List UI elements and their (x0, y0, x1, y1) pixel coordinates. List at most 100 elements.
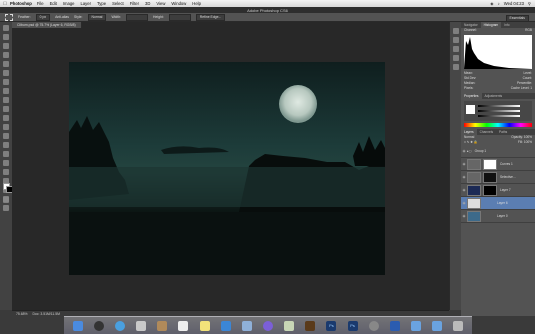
eyedropper-tool-icon[interactable] (3, 70, 9, 76)
history-brush-tool-icon[interactable] (3, 106, 9, 112)
feather-input[interactable]: 0 px (35, 13, 51, 21)
healing-brush-tool-icon[interactable] (3, 79, 9, 85)
photo-icon[interactable] (284, 320, 295, 331)
layer-thumb (467, 184, 481, 196)
menu-help[interactable]: Help (192, 1, 201, 6)
itunes-icon[interactable] (262, 320, 273, 331)
mail-icon[interactable] (136, 320, 147, 331)
slider-2[interactable] (478, 110, 520, 112)
layer-row[interactable]: ◉ Selective... (461, 171, 535, 184)
folder-icon[interactable] (411, 320, 422, 331)
system-preferences-icon[interactable] (368, 320, 379, 331)
menu-edit[interactable]: Edit (50, 1, 57, 6)
marquee-tool-icon[interactable] (5, 13, 13, 21)
dodge-tool-icon[interactable] (3, 142, 9, 148)
blur-tool-icon[interactable] (3, 133, 9, 139)
app-store-icon[interactable] (220, 320, 231, 331)
crop-tool-icon[interactable] (3, 61, 9, 67)
menu-image[interactable]: Image (63, 1, 75, 6)
volume-icon[interactable]: ♪ (498, 1, 500, 6)
height-input[interactable] (168, 13, 191, 21)
bridge-icon[interactable] (305, 320, 316, 331)
document-tab[interactable]: Cliburn.psd @ 75.7% (Layer 6, RGB/8) (12, 22, 82, 28)
tab-paths[interactable]: Paths (496, 129, 510, 135)
finder-icon[interactable] (72, 320, 83, 331)
tab-channels[interactable]: Channels (477, 129, 496, 135)
calendar-icon[interactable] (178, 320, 189, 331)
menu-type[interactable]: Type (97, 1, 106, 6)
slider-3[interactable] (478, 115, 520, 117)
channel-select[interactable]: RGB (525, 28, 532, 33)
move-tool-icon[interactable] (3, 25, 9, 31)
actions-icon[interactable] (453, 37, 459, 43)
photoshop-icon-2[interactable]: Ps (347, 320, 358, 331)
apple-icon[interactable]:  (0, 1, 10, 7)
zoom-level[interactable]: 75.68% (16, 312, 28, 316)
tab-adjustments[interactable]: Adjustments (482, 93, 506, 99)
layer-name: Selective... (500, 175, 516, 179)
menu-layer[interactable]: Layer (80, 1, 90, 6)
menu-window[interactable]: Window (171, 1, 186, 6)
layer-row[interactable]: ◉ Curves 1 (461, 158, 535, 171)
histogram-curve (464, 37, 532, 69)
word-icon[interactable] (389, 320, 400, 331)
lasso-tool-icon[interactable] (3, 43, 9, 49)
clock[interactable]: Wed 04:23 (504, 1, 524, 6)
downloads-icon[interactable] (432, 320, 443, 331)
type-tool-icon[interactable] (3, 160, 9, 166)
menu-filter[interactable]: Filter (130, 1, 139, 6)
eraser-tool-icon[interactable] (3, 115, 9, 121)
adjustment-tabs: Properties Adjustments (461, 93, 535, 99)
wifi-icon[interactable]: ◈ (490, 1, 493, 6)
layer-row[interactable]: ◉ Layer 0 (461, 210, 535, 223)
tab-info[interactable]: Info (501, 22, 512, 28)
quick-mask-icon[interactable] (3, 197, 9, 203)
layer-row[interactable]: ◉ Layer 7 (461, 184, 535, 197)
tab-properties[interactable]: Properties (461, 93, 482, 99)
width-input[interactable] (126, 13, 149, 21)
menu-3d[interactable]: 3D (145, 1, 150, 6)
pen-tool-icon[interactable] (3, 151, 9, 157)
style-select[interactable]: Normal (87, 13, 107, 21)
refine-edge-button[interactable]: Refine Edge... (195, 13, 226, 21)
brush-tool-icon[interactable] (3, 88, 9, 94)
path-select-tool-icon[interactable] (3, 169, 9, 175)
doc-size[interactable]: Doc: 3.51M/11.5M (32, 312, 59, 316)
history-icon[interactable] (453, 28, 459, 34)
dashboard-icon[interactable] (93, 320, 104, 331)
menu-select[interactable]: Select (112, 1, 124, 6)
character-icon[interactable] (453, 46, 459, 52)
fill-input[interactable]: 100% (524, 140, 532, 144)
preview-icon[interactable] (241, 320, 252, 331)
photoshop-icon[interactable]: Ps (326, 320, 337, 331)
menu-file[interactable]: File (37, 1, 44, 6)
app-menu[interactable]: Photoshop (10, 1, 32, 6)
color-spectrum[interactable] (464, 123, 532, 127)
layer-mask-thumb[interactable] (483, 184, 497, 196)
spotlight-icon[interactable]: ⚲ (528, 1, 531, 6)
workspace-select[interactable]: Essentials (505, 15, 529, 22)
menu-view[interactable]: View (156, 1, 165, 6)
adjustment-thumb (467, 158, 481, 170)
brush-preset-icon[interactable] (453, 64, 459, 70)
safari-icon[interactable] (114, 320, 125, 331)
layer-mask-thumb[interactable] (483, 171, 497, 183)
opacity-input[interactable]: 100% (524, 135, 532, 139)
gradient-tool-icon[interactable] (3, 124, 9, 130)
layer-row-selected[interactable]: ◉ Layer 6 (461, 197, 535, 210)
notes-icon[interactable] (199, 320, 210, 331)
clone-stamp-tool-icon[interactable] (3, 97, 9, 103)
quick-select-tool-icon[interactable] (3, 52, 9, 58)
screen-mode-icon[interactable] (3, 205, 9, 211)
layer-row[interactable]: ◉ ▸▢ Group 1 (461, 145, 535, 158)
contacts-icon[interactable] (157, 320, 168, 331)
antialias-checkbox[interactable]: Anti-alias (55, 15, 69, 19)
marquee-tool-icon[interactable] (3, 34, 9, 40)
layer-mask-thumb[interactable] (483, 158, 497, 170)
trash-icon[interactable] (453, 320, 464, 331)
island (161, 146, 229, 154)
image-canvas[interactable] (69, 62, 385, 275)
tab-histogram[interactable]: Histogram (480, 22, 502, 28)
paragraph-icon[interactable] (453, 55, 459, 61)
slider-1[interactable] (478, 105, 520, 107)
